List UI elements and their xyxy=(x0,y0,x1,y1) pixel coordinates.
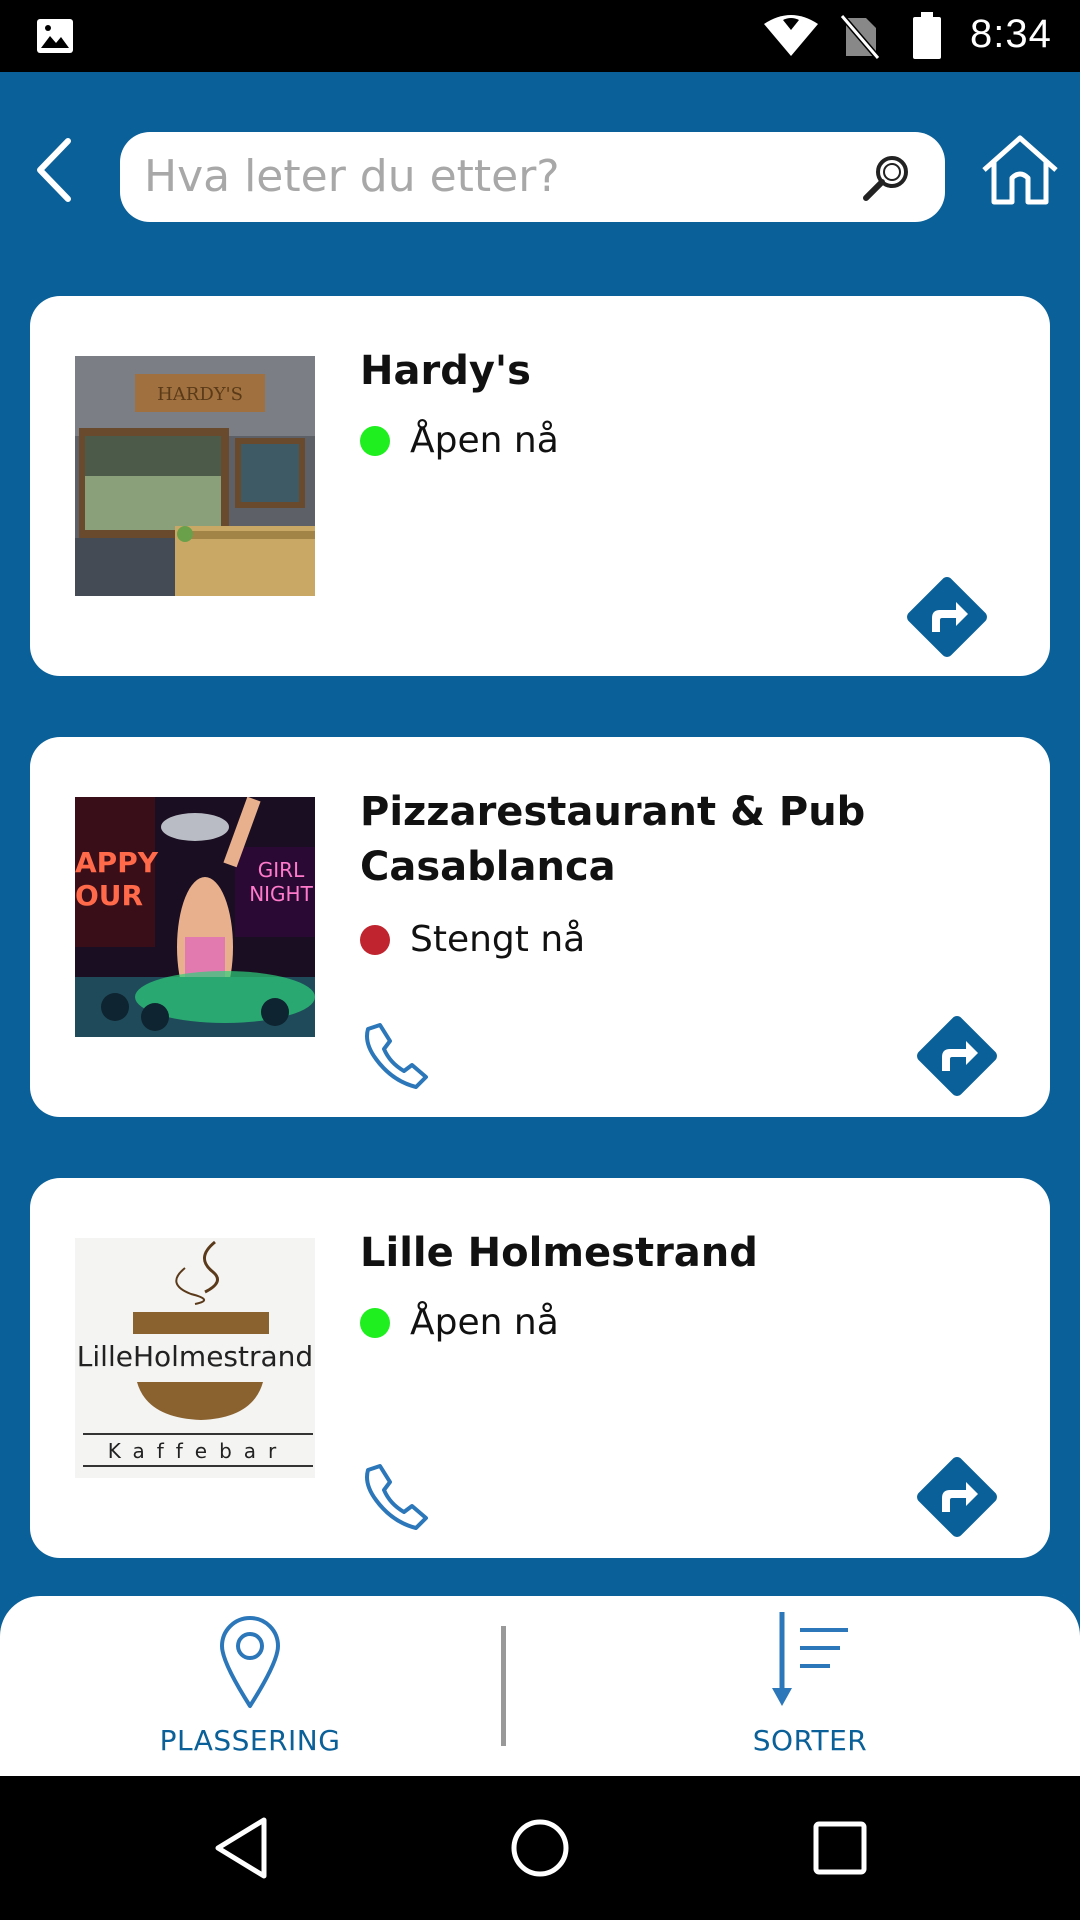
place-card[interactable]: APPY OUR GIRL NIGHT Pizzarestaurant & Pub … xyxy=(30,737,1050,1117)
lille-sub-text: Kaffebar xyxy=(108,1439,289,1463)
location-button[interactable]: PLASSERING xyxy=(100,1596,400,1776)
search-icon[interactable] xyxy=(858,152,914,202)
no-sim-icon xyxy=(840,14,880,60)
sort-label: SORTER xyxy=(752,1724,868,1757)
place-card[interactable]: LilleHolmestrand Kaffebar Lille Holmestr… xyxy=(30,1178,1050,1558)
directions-button[interactable] xyxy=(910,1009,1004,1107)
open-status: Stengt nå xyxy=(360,919,585,960)
svg-text:GIRLNIGHT: GIRL NIGHT xyxy=(249,858,313,906)
directions-button[interactable] xyxy=(910,1450,1004,1548)
battery-icon xyxy=(913,12,941,59)
wifi-icon xyxy=(764,15,818,56)
phone-button[interactable] xyxy=(360,1460,432,1536)
home-icon xyxy=(982,135,1058,205)
home-button[interactable] xyxy=(980,134,1060,210)
place-thumbnail: APPY OUR GIRL NIGHT xyxy=(75,797,315,1037)
phone-icon xyxy=(365,1023,428,1089)
status-dot xyxy=(360,425,390,456)
place-thumbnail: LilleHolmestrand Kaffebar xyxy=(75,1238,315,1478)
search-input[interactable] xyxy=(144,146,844,206)
place-name[interactable]: Hardy's xyxy=(360,344,1000,399)
sort-icon xyxy=(772,1612,848,1706)
open-status: Åpen nå xyxy=(360,1302,559,1343)
nav-recents-icon[interactable] xyxy=(812,1816,868,1880)
status-text: Åpen nå xyxy=(410,1302,559,1343)
status-text: Åpen nå xyxy=(410,420,559,461)
place-name[interactable]: Pizzarestaurant & Pub Casablanca xyxy=(360,785,1000,895)
map-pin-icon xyxy=(220,1616,280,1708)
search-box[interactable] xyxy=(120,132,945,222)
system-nav-bar xyxy=(0,1776,1080,1920)
directions-icon xyxy=(907,577,987,657)
directions-button[interactable] xyxy=(900,570,994,668)
location-label: PLASSERING xyxy=(159,1724,341,1757)
place-thumbnail: HARDY'S xyxy=(75,356,315,596)
status-text: Stengt nå xyxy=(410,919,586,960)
chevron-left-icon xyxy=(37,138,71,202)
image-notification-icon xyxy=(37,19,73,53)
hardys-sign-text: HARDY'S xyxy=(157,384,243,405)
open-status: Åpen nå xyxy=(360,420,559,461)
back-button[interactable] xyxy=(30,135,80,205)
status-dot xyxy=(360,924,390,955)
status-dot xyxy=(360,1307,390,1338)
phone-button[interactable] xyxy=(360,1019,432,1095)
sort-button[interactable]: SORTER xyxy=(660,1596,960,1776)
phone-icon xyxy=(365,1464,428,1530)
nav-home-icon[interactable] xyxy=(510,1816,570,1880)
clock: 8:34 xyxy=(970,12,1052,56)
directions-icon xyxy=(917,1457,997,1537)
divider xyxy=(501,1626,506,1746)
bottom-action-bar: PLASSERING SORTER xyxy=(0,1596,1080,1776)
directions-icon xyxy=(917,1016,997,1096)
status-bar: 8:34 xyxy=(0,0,1080,72)
lille-logo-text: LilleHolmestrand xyxy=(77,1340,313,1373)
place-name[interactable]: Lille Holmestrand xyxy=(360,1226,1000,1281)
place-card[interactable]: HARDY'S Hardy's Åpen nå xyxy=(30,296,1050,676)
nav-back-icon[interactable] xyxy=(212,1816,272,1880)
